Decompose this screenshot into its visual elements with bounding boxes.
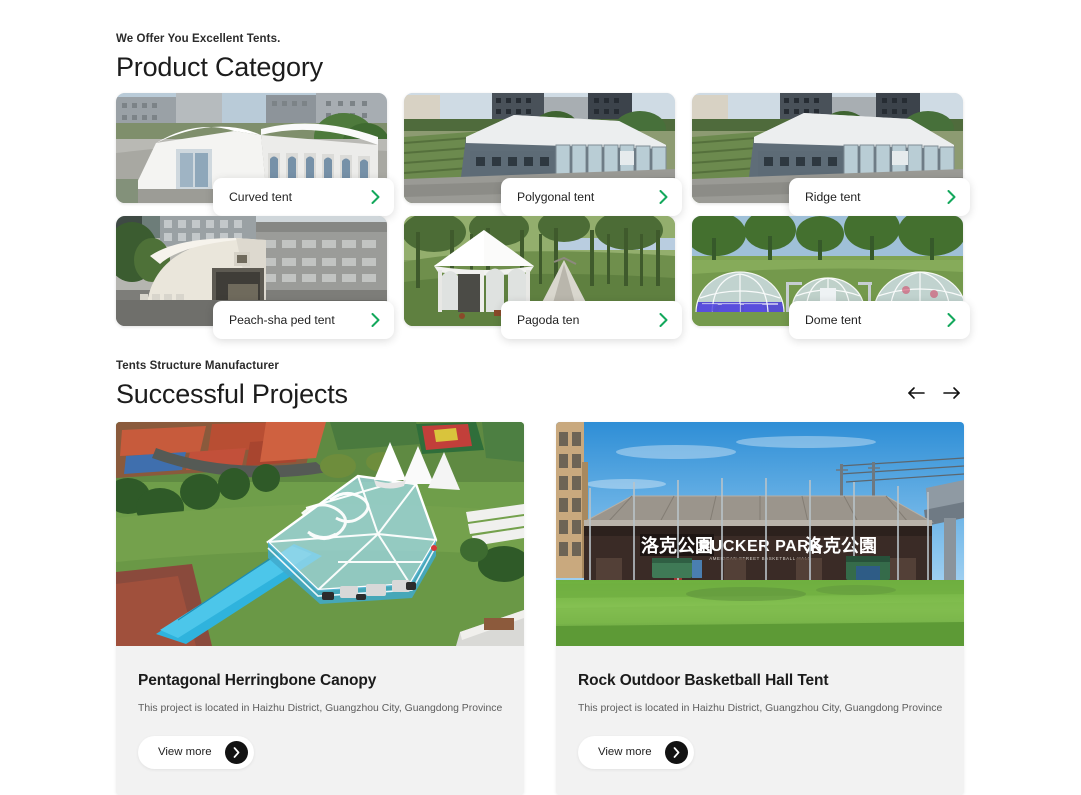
category-label-dome-tent[interactable]: Dome tent xyxy=(789,301,970,339)
chevron-right-icon xyxy=(947,190,956,204)
chevron-right-icon xyxy=(947,313,956,327)
view-more-label: View more xyxy=(158,746,212,759)
svg-text:RUCKER PARK: RUCKER PARK xyxy=(699,538,822,555)
category-label-pagoda-tent[interactable]: Pagoda ten xyxy=(501,301,682,339)
category-label-text: Dome tent xyxy=(805,313,862,327)
chevron-right-icon xyxy=(371,190,380,204)
category-card-dome-tent[interactable]: Dome tent xyxy=(692,216,970,339)
page-root: We Offer You Excellent Tents. Product Ca… xyxy=(0,0,1081,795)
category-label-polygonal-tent[interactable]: Polygonal tent xyxy=(501,178,682,216)
projects-carousel-nav xyxy=(905,382,963,410)
product-title: Product Category xyxy=(116,52,323,82)
project-title: Pentagonal Herringbone Canopy xyxy=(138,672,377,689)
category-grid: Curved tent Polygonal tent Ridge tent Pe… xyxy=(116,93,970,339)
project-title: Rock Outdoor Basketball Hall Tent xyxy=(578,672,829,689)
category-card-curved-tent[interactable]: Curved tent xyxy=(116,93,394,216)
projects-title: Successful Projects xyxy=(116,379,348,409)
view-more-label: View more xyxy=(598,746,652,759)
category-card-ridge-tent[interactable]: Ridge tent xyxy=(692,93,970,216)
project-card-rock-outdoor-basketball-hall-tent[interactable]: 洛克公園 RUCKER PARK AMERICAN STREET BASKETB… xyxy=(556,422,964,795)
category-label-text: Peach-sha ped tent xyxy=(229,313,335,327)
category-card-peach-shaped-tent[interactable]: Peach-sha ped tent xyxy=(116,216,394,339)
arrow-right-icon[interactable] xyxy=(941,382,963,404)
projects-title-block: Tents Structure Manufacturer Successful … xyxy=(116,360,348,410)
project-card-pentagonal-herringbone-canopy[interactable]: Pentagonal Herringbone Canopy This proje… xyxy=(116,422,524,795)
project-description: This project is located in Haizhu Distri… xyxy=(578,703,942,714)
category-label-text: Ridge tent xyxy=(805,190,861,204)
category-label-text: Curved tent xyxy=(229,190,293,204)
category-card-polygonal-tent[interactable]: Polygonal tent xyxy=(404,93,682,216)
chevron-right-icon xyxy=(659,313,668,327)
project-image-pentagonal-herringbone-canopy xyxy=(116,422,524,646)
view-more-button[interactable]: View more xyxy=(138,735,254,769)
view-more-button[interactable]: View more xyxy=(578,735,694,769)
svg-text:洛克公園: 洛克公園 xyxy=(805,535,877,556)
project-body: Pentagonal Herringbone Canopy This proje… xyxy=(116,646,524,795)
chevron-right-icon xyxy=(664,740,688,764)
category-label-ridge-tent[interactable]: Ridge tent xyxy=(789,178,970,216)
project-description: This project is located in Haizhu Distri… xyxy=(138,703,502,714)
category-card-pagoda-tent[interactable]: Pagoda ten xyxy=(404,216,682,339)
category-label-text: Polygonal tent xyxy=(517,190,595,204)
projects-eyebrow: Tents Structure Manufacturer xyxy=(116,360,279,372)
product-eyebrow: We Offer You Excellent Tents. xyxy=(116,33,281,45)
project-image-rock-outdoor-basketball-hall-tent: 洛克公園 RUCKER PARK AMERICAN STREET BASKETB… xyxy=(556,422,964,646)
category-label-text: Pagoda ten xyxy=(517,313,580,327)
arrow-left-icon[interactable] xyxy=(905,382,927,404)
product-category-header: We Offer You Excellent Tents. Product Ca… xyxy=(116,33,323,83)
category-label-peach-shaped-tent[interactable]: Peach-sha ped tent xyxy=(213,301,394,339)
project-body: Rock Outdoor Basketball Hall Tent This p… xyxy=(556,646,964,795)
category-label-curved-tent[interactable]: Curved tent xyxy=(213,178,394,216)
chevron-right-icon xyxy=(224,740,248,764)
projects-header: Tents Structure Manufacturer Successful … xyxy=(116,360,963,410)
chevron-right-icon xyxy=(659,190,668,204)
chevron-right-icon xyxy=(371,313,380,327)
projects-grid: Pentagonal Herringbone Canopy This proje… xyxy=(116,422,964,795)
